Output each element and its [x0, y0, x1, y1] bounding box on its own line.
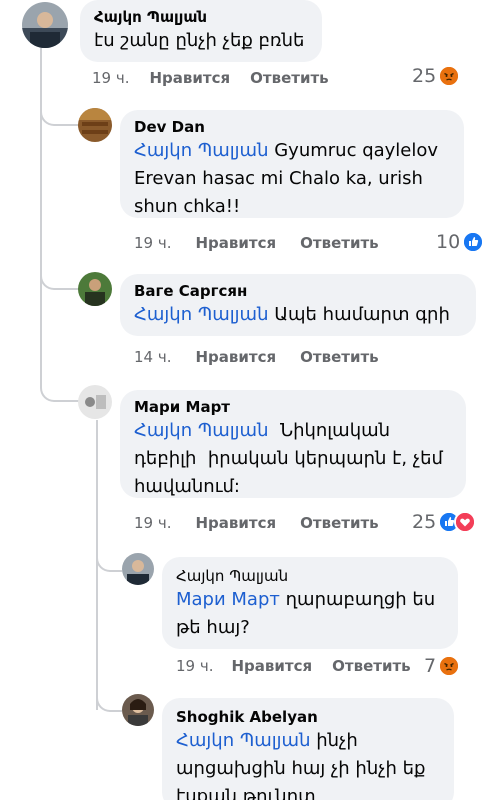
comment-meta: 14 ч. Нравится Ответить	[134, 345, 379, 369]
angry-icon	[438, 65, 461, 87]
mention-link[interactable]: Հայկո Պալյան	[134, 140, 269, 161]
comment-text: էս շանը ընչի չեք բռնե	[94, 30, 305, 51]
reaction-summary[interactable]: 7	[424, 653, 461, 679]
mention-link[interactable]: Հայկո Պալյան	[134, 304, 269, 325]
comment-text-line: թե հայ?	[176, 617, 250, 638]
reaction-summary[interactable]: 25	[412, 509, 477, 535]
comment-author[interactable]: Мари Март	[134, 397, 452, 417]
thread-elbow-dev-dan	[40, 90, 80, 126]
avatar[interactable]	[122, 694, 154, 726]
comment-text: Мари Март ղարաբաղցի ես	[176, 586, 444, 614]
avatar[interactable]	[78, 108, 112, 142]
comment-bubble: Shoghik Abelyan Հայկո Պալյան ինչի արցախց…	[162, 698, 454, 800]
comment-author[interactable]: Dev Dan	[134, 117, 450, 137]
avatar[interactable]	[78, 385, 112, 419]
comment-text: Հայկո Պալյան ինչի	[176, 727, 440, 755]
comment-author[interactable]: Հայկո Պալյան	[176, 566, 444, 586]
reaction-summary[interactable]: 10	[436, 229, 485, 255]
comment-meta: 19 ч. Нравится Ответить	[92, 66, 329, 90]
reaction-count: 10	[436, 231, 461, 253]
comment-text-line: ղարաբաղցի ես	[279, 589, 436, 610]
like-button[interactable]: Нравится	[232, 657, 313, 675]
avatar[interactable]	[78, 272, 112, 306]
comment-author[interactable]: Հայկո Պալյան	[94, 7, 308, 27]
comment-text-line: Նիկոլական	[268, 420, 391, 441]
comment-time[interactable]: 19 ч.	[134, 234, 172, 252]
reaction-count: 7	[424, 655, 437, 677]
comment-text: Հայկո Պալյան Նիկոլական	[134, 417, 452, 445]
comment-text-line: Erevan hasac mi Chalo ka, urish	[134, 168, 423, 189]
comment-meta: 19 ч. Нравится Ответить	[134, 511, 379, 535]
comment-text-line: հավանում:	[134, 476, 240, 497]
comment-text-line: shun chka!!	[134, 196, 241, 217]
comment-bubble: Ваге Саргсян Հայկո Պալյան Ապե համարտ գրի	[120, 274, 476, 336]
comment-text-line: արցախցին հայ չի ինչի եք	[176, 758, 426, 779]
comment-time[interactable]: 19 ч.	[92, 69, 130, 87]
comment-text-line: Gyumruc qaylelov	[268, 140, 439, 161]
reaction-count: 25	[412, 65, 437, 87]
like-button[interactable]: Нравится	[150, 69, 231, 87]
comment-author[interactable]: Ваге Саргсян	[134, 281, 462, 301]
reply-button[interactable]: Ответить	[250, 69, 329, 87]
comment-text-line: էսքան թունոտ	[176, 786, 316, 800]
comment-bubble: Dev Dan Հայկո Պալյան Gyumruc qaylelov Er…	[120, 110, 464, 218]
like-button[interactable]: Нравится	[196, 514, 277, 532]
comment-text-line: դեբիլի իրական կերպարն է, չեմ	[134, 448, 443, 469]
comment-meta: 19 ч. Нравится Ответить	[176, 654, 411, 678]
comment-meta: 19 ч. Нравится Ответить	[134, 231, 379, 255]
like-button[interactable]: Нравится	[196, 234, 277, 252]
reply-button[interactable]: Ответить	[300, 514, 379, 532]
comment-bubble: Հայկո Պալյան Мари Март ղարաբաղցի ես թե հ…	[162, 557, 458, 649]
comment-text-line: Ապե համարտ գրի	[268, 304, 450, 325]
love-icon	[454, 511, 477, 533]
avatar[interactable]	[22, 2, 68, 48]
comment-time[interactable]: 14 ч.	[134, 348, 172, 366]
thread-elbow-vage	[40, 260, 80, 290]
avatar[interactable]	[122, 553, 154, 585]
like-icon	[462, 231, 485, 253]
reply-button[interactable]: Ответить	[332, 657, 411, 675]
comment-bubble: Мари Март Հայկո Պալյան Նիկոլական դեբիլի …	[120, 390, 466, 498]
thread-elbow-mari	[40, 370, 80, 402]
thread-elbow-shoghik	[96, 680, 122, 712]
like-button[interactable]: Нравится	[196, 348, 277, 366]
mention-link[interactable]: Հայկո Պալյան	[176, 730, 311, 751]
comment-bubble: Հայկո Պալյան էս շանը ընչի չեք բռնե	[80, 0, 322, 62]
reaction-count: 25	[412, 511, 437, 533]
mention-link[interactable]: Мари Март	[176, 589, 280, 610]
angry-icon	[438, 655, 461, 677]
reaction-summary[interactable]: 25	[412, 63, 461, 89]
comment-author[interactable]: Shoghik Abelyan	[176, 707, 440, 727]
comment-time[interactable]: 19 ч.	[176, 657, 214, 675]
comment-time[interactable]: 19 ч.	[134, 514, 172, 532]
comment-text: Հայկո Պալյան Ապե համարտ գրի	[134, 301, 462, 329]
mention-link[interactable]: Հայկո Պալյան	[134, 420, 269, 441]
reply-button[interactable]: Ответить	[300, 348, 379, 366]
reply-button[interactable]: Ответить	[300, 234, 379, 252]
thread-elbow-haiko-reply	[96, 540, 122, 572]
comment-text-line: ինչի	[310, 730, 358, 751]
comment-text: Հայկո Պալյան Gyumruc qaylelov	[134, 137, 450, 165]
